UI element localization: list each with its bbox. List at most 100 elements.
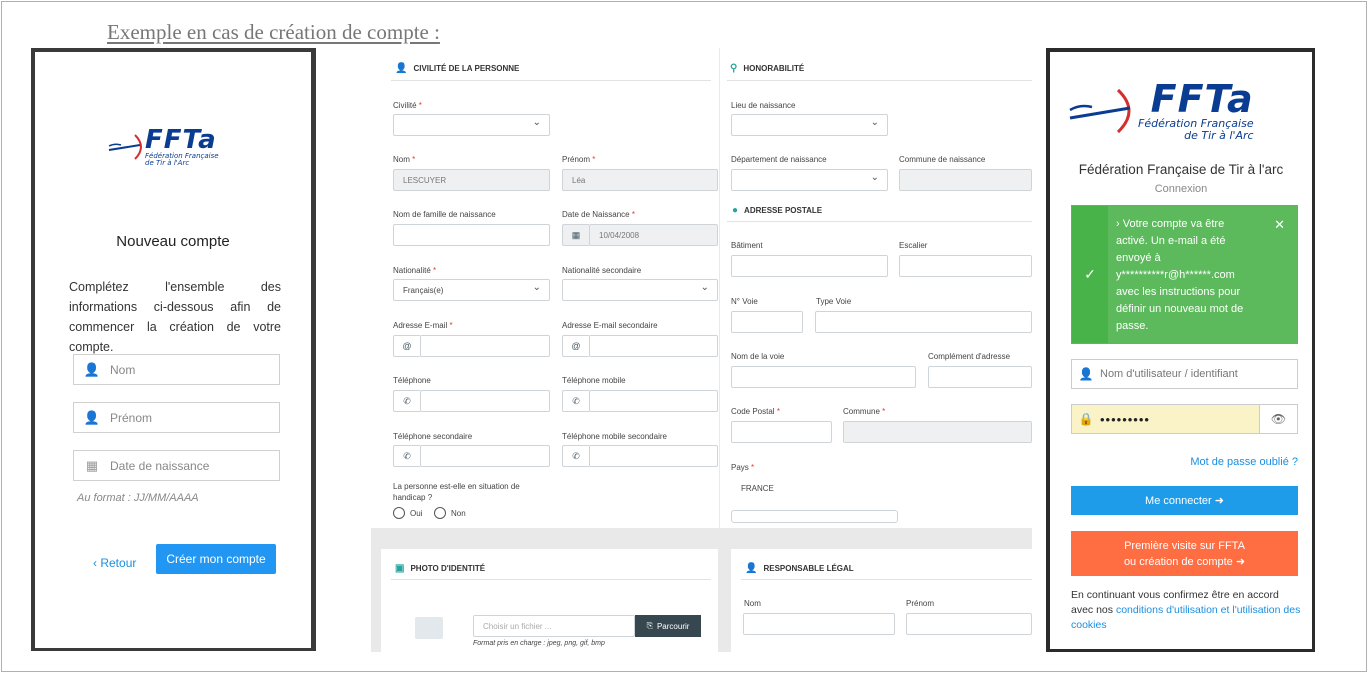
back-link[interactable]: ‹ Retour [93, 556, 136, 570]
radio-non[interactable]: Non [434, 507, 466, 519]
lieu-naissance-label: Lieu de naissance [731, 101, 796, 110]
person-icon: 👤 [745, 563, 758, 574]
browse-label: Parcourir [656, 621, 690, 631]
prenom-field[interactable]: 👤 Prénom [73, 402, 280, 433]
resp-nom-input[interactable] [743, 613, 895, 635]
password-input[interactable]: 🔒 ••••••••• 👁 [1071, 404, 1298, 434]
phone-icon: ✆ [562, 445, 589, 467]
alert-line: avec les instructions pour [1116, 286, 1241, 298]
nom-famille-input[interactable] [393, 224, 550, 246]
alert-line: définir un nouveau mot de [1116, 303, 1244, 315]
telmob2-input[interactable] [589, 445, 718, 467]
first-visit-line2: ou création de compte ➜ [1123, 555, 1246, 568]
back-label: Retour [100, 556, 137, 570]
nom-field[interactable]: 👤 Nom [73, 354, 280, 385]
organization-name: Fédération Française de Tir à l'arc [1078, 162, 1284, 177]
prenom-label: Prénom * [562, 155, 596, 164]
file-input[interactable]: Choisir un fichier ... [473, 615, 635, 637]
dept-naissance-label: Département de naissance [731, 155, 827, 164]
check-icon: ✓ [1084, 266, 1096, 282]
adresse-title: ADRESSE POSTALE [744, 206, 823, 215]
batiment-input[interactable] [731, 255, 888, 277]
tel2-input[interactable] [420, 445, 550, 467]
nom-label: Nom * [393, 155, 416, 164]
browse-button[interactable]: ⎘ Parcourir [635, 615, 701, 637]
calendar-icon: ▦ [562, 224, 589, 246]
login-subtitle: Connexion [1154, 183, 1208, 195]
tel2-label: Téléphone secondaire [393, 432, 473, 441]
cp-input[interactable] [731, 421, 832, 443]
typevoie-label: Type Voie [816, 297, 852, 306]
ffta-logo: FFTa Fédération Française de Tir à l'Arc [107, 127, 219, 168]
escalier-input[interactable] [899, 255, 1032, 277]
radio-circle [434, 507, 446, 519]
create-account-button[interactable]: Créer mon compte [156, 544, 276, 574]
nvoie-label: N° Voie [731, 297, 758, 306]
alert-line: activé. Un e-mail a été [1116, 235, 1226, 247]
commune-naissance-label: Commune de naissance [899, 155, 986, 164]
complement-input[interactable] [928, 366, 1032, 388]
alert-message: › Votre compte va être activé. Un e-mail… [1108, 206, 1297, 343]
resp-prenom-input[interactable] [906, 613, 1032, 635]
nationalite-select[interactable]: Français(e) [393, 279, 550, 301]
commune-naissance-input[interactable] [899, 169, 1032, 191]
phone-icon: ✆ [393, 445, 420, 467]
ffta-logo: FFTa Fédération Française de Tir à l'Arc [1068, 80, 1254, 141]
photo-title: PHOTO D'IDENTITÉ [410, 564, 486, 573]
logo-subtitle-2: de Tir à l'Arc [1184, 128, 1254, 142]
nomvoie-label: Nom de la voie [731, 352, 785, 361]
responsable-title: RESPONSABLE LÉGAL [763, 564, 854, 573]
forgot-password-link[interactable]: Mot de passe oublié ? [1190, 456, 1298, 468]
divider [727, 80, 1032, 81]
pays-dropdown[interactable] [731, 510, 898, 523]
at-icon: @ [393, 335, 420, 357]
prenom-placeholder: Prénom [110, 410, 153, 425]
radio-oui[interactable]: Oui [393, 507, 422, 519]
date-naissance-label: Date de Naissance * [562, 210, 635, 219]
tel-label: Téléphone [393, 376, 431, 385]
nom-famille-label: Nom de famille de naissance [393, 210, 496, 219]
nom-input[interactable]: LESCUYER [393, 169, 550, 191]
pays-input[interactable]: FRANCE [731, 477, 1032, 499]
email2-input[interactable] [589, 335, 718, 357]
commune-input[interactable] [843, 421, 1032, 443]
phone-icon: ✆ [393, 390, 420, 412]
civilite-select[interactable] [393, 114, 550, 136]
first-visit-line1: Première visite sur FFTA [1124, 539, 1245, 552]
username-input[interactable]: 👤 Nom d'utilisateur / identifiant [1071, 359, 1298, 389]
handicap-label: La personne est-elle en situation de [393, 482, 520, 491]
logo-wordmark: FFTa [1150, 77, 1254, 121]
close-icon[interactable]: ✕ [1274, 216, 1285, 233]
lieu-naissance-select[interactable] [731, 114, 888, 136]
alert-line: envoyé à [1116, 252, 1161, 264]
adresse-header: ● ADRESSE POSTALE [732, 205, 822, 216]
nvoie-input[interactable] [731, 311, 803, 333]
typevoie-input[interactable] [815, 311, 1032, 333]
eye-icon[interactable]: 👁 [1259, 405, 1297, 433]
prenom-input[interactable]: Léa [562, 169, 718, 191]
terms-notice: En continuant vous confirmez être en acc… [1071, 588, 1301, 633]
registration-form-panel: 👤 CIVILITÉ DE LA PERSONNE Civilité * Nom… [371, 48, 1032, 652]
date-naissance-input[interactable]: 10/04/2008 [589, 224, 718, 246]
dept-naissance-select[interactable] [731, 169, 888, 191]
formats-hint: Format pris en charge : jpeg, png, gif, … [473, 640, 605, 647]
first-visit-button[interactable]: Première visite sur FFTA ou création de … [1071, 531, 1298, 576]
email2-label: Adresse E-mail secondaire [562, 321, 658, 330]
email-label: Adresse E-mail * [393, 321, 453, 330]
new-account-card: FFTa Fédération Française de Tir à l'Arc… [35, 52, 311, 648]
divider [741, 579, 1032, 580]
civilite-title: CIVILITÉ DE LA PERSONNE [413, 64, 520, 73]
logo-wordmark: FFTa [145, 125, 217, 155]
honorabilite-title: HONORABILITÉ [743, 64, 805, 73]
caption-text: Exemple en cas de création de compte : [107, 20, 440, 44]
email-input[interactable] [420, 335, 550, 357]
date-placeholder: Date de naissance [110, 458, 210, 473]
tel-input[interactable] [420, 390, 550, 412]
alert-line: › Votre compte va être [1116, 218, 1225, 230]
nomvoie-input[interactable] [731, 366, 916, 388]
telmob-input[interactable] [589, 390, 718, 412]
nationalite2-select[interactable] [562, 279, 718, 301]
at-icon: @ [562, 335, 589, 357]
date-naissance-field[interactable]: ▦ Date de naissance [73, 450, 280, 481]
login-button[interactable]: Me connecter ➜ [1071, 486, 1298, 515]
